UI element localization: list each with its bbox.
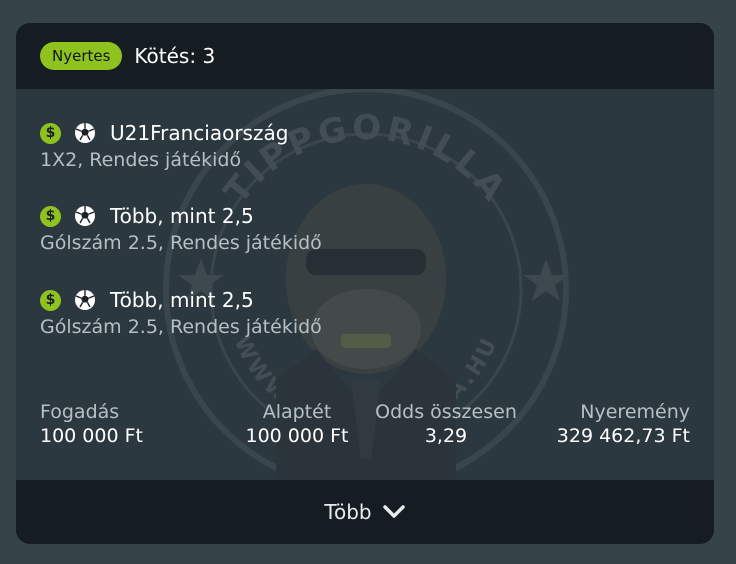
dollar-icon: $ [40,122,61,144]
selection-market: 1X2, Rendes játékidő [40,149,242,171]
selection-item: $ U21Franciaország 1X2, Rendes játékidő [40,119,288,171]
bet-count: Kötés: 3 [134,44,216,68]
bet-card-body: TIPPGORILLA WWW.TIPPGORILLA.HU $ [16,89,714,480]
selection-name: U21Franciaország [110,121,289,145]
summary-total-odds: Odds összesen 3,29 [366,401,526,447]
summary-winnings: Nyeremény 329 462,73 Ft [557,401,690,447]
more-label: Több [324,500,372,524]
bet-card-header: Nyertes Kötés: 3 [16,23,714,89]
chevron-down-icon [382,505,405,518]
selection-market: Gólszám 2.5, Rendes játékidő [40,232,322,254]
winnings-label: Nyeremény [580,401,690,423]
selection-item: $ Több, mint 2,5 Gólszám 2.5, Rendes ját… [40,202,322,254]
summary-stake: Fogadás 100 000 Ft [40,401,143,447]
summary-base-stake: Alaptét 100 000 Ft [227,401,367,447]
soccer-ball-icon [75,123,95,143]
stake-value: 100 000 Ft [40,425,143,447]
dollar-icon: $ [40,205,61,227]
winnings-value: 329 462,73 Ft [556,425,690,447]
base-stake-label: Alaptét [262,401,332,423]
total-odds-label: Odds összesen [375,401,517,423]
bet-card: Nyertes Kötés: 3 TIPPGORILLA WWW.TIPPGOR… [16,23,714,544]
dollar-icon: $ [40,289,61,311]
soccer-ball-icon [75,290,95,310]
selection-market: Gólszám 2.5, Rendes játékidő [40,316,322,338]
selection-name: Több, mint 2,5 [110,204,254,228]
selection-item: $ Több, mint 2,5 Gólszám 2.5, Rendes ját… [40,286,322,338]
status-badge: Nyertes [40,42,123,70]
soccer-ball-icon [75,206,95,226]
stake-label: Fogadás [40,401,120,423]
selection-name: Több, mint 2,5 [110,288,254,312]
base-stake-value: 100 000 Ft [245,425,349,447]
total-odds-value: 3,29 [424,425,468,447]
more-button[interactable]: Több [16,480,714,544]
